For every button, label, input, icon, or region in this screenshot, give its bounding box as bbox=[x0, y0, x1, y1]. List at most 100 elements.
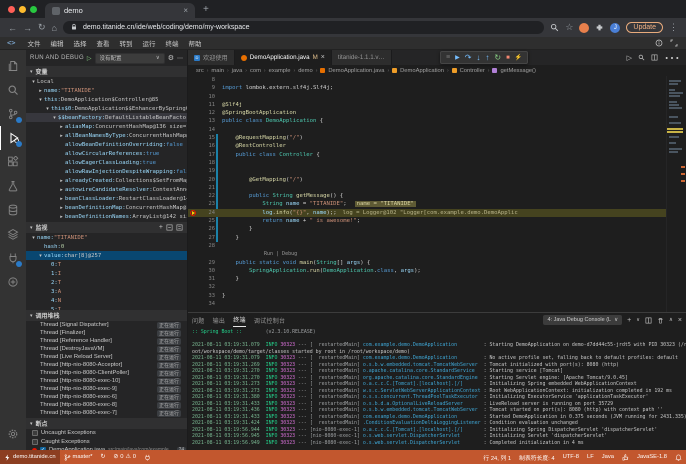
breadcrumb-item[interactable]: Controller bbox=[460, 68, 485, 74]
gutter[interactable]: 25 bbox=[188, 217, 218, 225]
step-over-icon[interactable]: ↷ bbox=[465, 53, 472, 62]
breadcrumb-item[interactable]: java bbox=[232, 68, 243, 74]
menubar-item[interactable]: 查看 bbox=[91, 41, 114, 48]
editor-tab[interactable]: D欢迎使用 bbox=[188, 50, 235, 65]
gutter[interactable]: 8 bbox=[188, 76, 218, 84]
forward-icon[interactable]: → bbox=[23, 23, 32, 33]
new-terminal-icon[interactable]: + bbox=[627, 317, 631, 324]
zoom-icon[interactable] bbox=[550, 23, 559, 32]
stop-icon[interactable]: ■ bbox=[506, 55, 510, 61]
gutter[interactable]: 23 bbox=[188, 200, 218, 208]
breadcrumb-item[interactable]: DemoApplication.java bbox=[328, 68, 384, 74]
editor-more-icon[interactable]: ⋯ bbox=[664, 48, 680, 68]
gutter[interactable]: 31 bbox=[188, 275, 218, 283]
menubar-item[interactable]: 转到 bbox=[114, 41, 137, 48]
thread-row[interactable]: Thread [http-nio-8080-exec-6]正在运行 bbox=[26, 393, 187, 401]
collapse-watch-icon[interactable] bbox=[166, 224, 173, 231]
database-icon[interactable] bbox=[0, 198, 26, 222]
java-runtime[interactable]: JavaSE-1.8 bbox=[633, 450, 671, 464]
split-terminal-icon[interactable] bbox=[645, 317, 652, 324]
step-out-icon[interactable]: ↑ bbox=[485, 53, 489, 62]
eol[interactable]: LF bbox=[583, 450, 598, 464]
variable-row[interactable]: ▾Local bbox=[26, 77, 187, 86]
breadcrumb-item[interactable]: src bbox=[196, 68, 204, 74]
browser-menu-icon[interactable]: ⋮ bbox=[669, 22, 678, 33]
breakpoint-row[interactable]: Uncaught Exceptions bbox=[26, 429, 187, 438]
close-tab-icon[interactable]: × bbox=[183, 6, 188, 15]
gutter[interactable]: 24 bbox=[188, 209, 218, 217]
breakpoints-section-header[interactable]: ▾ 断点 bbox=[26, 418, 187, 429]
indentation[interactable]: 制表符长度: 4 bbox=[515, 450, 558, 464]
terminal-output[interactable]: :: Spring Boot :: (v2.3.10.RELEASE) 2021… bbox=[188, 327, 686, 450]
breadcrumb-item[interactable]: com bbox=[250, 68, 261, 74]
variable-row[interactable]: allowEagerClassLoading: true bbox=[26, 158, 187, 167]
gutter[interactable]: 16 bbox=[188, 142, 218, 150]
home-icon[interactable]: ⌂ bbox=[52, 23, 57, 33]
gutter[interactable]: 10 bbox=[188, 93, 218, 101]
layers-icon[interactable] bbox=[0, 222, 26, 246]
variable-row[interactable]: ▾this$0: DemoApplication$$EnhancerBySpri… bbox=[26, 104, 187, 113]
test-beaker-icon[interactable] bbox=[0, 174, 26, 198]
gutter[interactable]: 26 bbox=[188, 225, 218, 233]
close-tab-icon[interactable]: × bbox=[321, 54, 325, 61]
variable-row[interactable]: ▸autowireCandidateResolver: ContextAnnot… bbox=[26, 185, 187, 194]
panel-tab-终端[interactable]: 终端 bbox=[233, 313, 246, 327]
gutter[interactable]: 27 bbox=[188, 234, 218, 242]
breakpoint-row[interactable]: Caught Exceptions bbox=[26, 438, 187, 447]
hot-code-replace-icon[interactable]: ⚡ bbox=[515, 54, 522, 61]
codelens-run-debug[interactable]: Run | Debug bbox=[218, 250, 297, 258]
breadcrumb-item[interactable]: demo bbox=[298, 68, 313, 74]
gutter[interactable]: 9 bbox=[188, 84, 218, 92]
breakpoint-checkbox[interactable] bbox=[32, 430, 38, 436]
search-icon[interactable] bbox=[0, 78, 26, 102]
step-into-icon[interactable]: ↓ bbox=[476, 53, 480, 62]
gutter[interactable]: 22 bbox=[188, 192, 218, 200]
breadcrumb[interactable]: src›main›java›com›example›demo›DemoAppli… bbox=[188, 65, 686, 76]
panel-tab-问题[interactable]: 问题 bbox=[192, 313, 205, 327]
gutter[interactable]: 28 bbox=[188, 242, 218, 250]
gutter[interactable]: 32 bbox=[188, 283, 218, 291]
panel-tab-调试控制台[interactable]: 调试控制台 bbox=[254, 313, 286, 327]
breadcrumb-item[interactable]: DemoApplication bbox=[400, 68, 444, 74]
gutter[interactable]: 29 bbox=[188, 259, 218, 267]
gutter[interactable]: 14 bbox=[188, 126, 218, 134]
terminal-select[interactable]: 4: Java Debug Console (L ∨ bbox=[543, 315, 622, 325]
variable-row[interactable]: allowCircularReferences: true bbox=[26, 149, 187, 158]
thread-row[interactable]: Thread [http-nio-8080-exec-9]正在运行 bbox=[26, 385, 187, 393]
watch-row[interactable]: 3: A bbox=[26, 287, 187, 296]
remove-watch-icon[interactable] bbox=[176, 224, 183, 231]
watch-row[interactable]: 2: T bbox=[26, 278, 187, 287]
thread-row[interactable]: Thread [http-nio-8080-ClientPoller]正在运行 bbox=[26, 369, 187, 377]
thread-row[interactable]: Thread [http-nio-8080-exec-10]正在运行 bbox=[26, 377, 187, 385]
gutter[interactable]: 11 bbox=[188, 101, 218, 109]
menubar-item[interactable]: 终端 bbox=[160, 41, 183, 48]
gear-icon[interactable]: ⚙ bbox=[168, 54, 174, 62]
code-editor[interactable]: 89import lombok.extern.slf4j.Slf4j;1011@… bbox=[188, 76, 686, 312]
variable-row[interactable]: allowRawInjectionDespiteWrapping: false bbox=[26, 167, 187, 176]
variable-row[interactable]: ▸beanDefinitionMap: ConcurrentHashMap@14… bbox=[26, 203, 187, 212]
drag-handle-icon[interactable]: ≡ bbox=[446, 54, 450, 61]
menubar-item[interactable]: 文件 bbox=[22, 41, 45, 48]
watch-row[interactable]: ▾value: char[8]@257 bbox=[26, 251, 187, 260]
watch-row[interactable]: 1: I bbox=[26, 269, 187, 278]
remote-plug-icon[interactable] bbox=[0, 246, 26, 270]
variable-row[interactable]: ▸beanClassLoader: RestartClassLoader@140 bbox=[26, 194, 187, 203]
menubar-item[interactable]: 编辑 bbox=[45, 41, 68, 48]
manage-gear-icon[interactable] bbox=[0, 422, 26, 446]
thread-row[interactable]: Thread [Finalizer]正在运行 bbox=[26, 329, 187, 337]
variables-section-header[interactable]: ▾ 变量 bbox=[26, 66, 187, 77]
language-mode[interactable]: Java bbox=[598, 450, 618, 464]
start-debug-icon[interactable]: ▷ bbox=[87, 55, 92, 62]
add-watch-icon[interactable]: + bbox=[159, 224, 163, 231]
thread-row[interactable]: Thread [DestroyJavaVM]正在运行 bbox=[26, 345, 187, 353]
breadcrumb-item[interactable]: main bbox=[211, 68, 224, 74]
gutter[interactable]: 15 bbox=[188, 134, 218, 142]
menubar-item[interactable]: 选择 bbox=[68, 41, 91, 48]
thread-row[interactable]: Thread [http-nio-8080-exec-8]正在运行 bbox=[26, 401, 187, 409]
user-avatar[interactable]: J bbox=[610, 23, 620, 33]
close-panel-icon[interactable]: × bbox=[678, 317, 682, 324]
run-file-icon[interactable]: ▷ bbox=[627, 54, 632, 62]
variable-row[interactable]: ▸allBeanNamesByType: ConcurrentHashMap@1… bbox=[26, 131, 187, 140]
expand-icon[interactable] bbox=[670, 39, 678, 47]
problems-item[interactable]: ⊘ 0 ⚠ 0 bbox=[109, 450, 140, 464]
